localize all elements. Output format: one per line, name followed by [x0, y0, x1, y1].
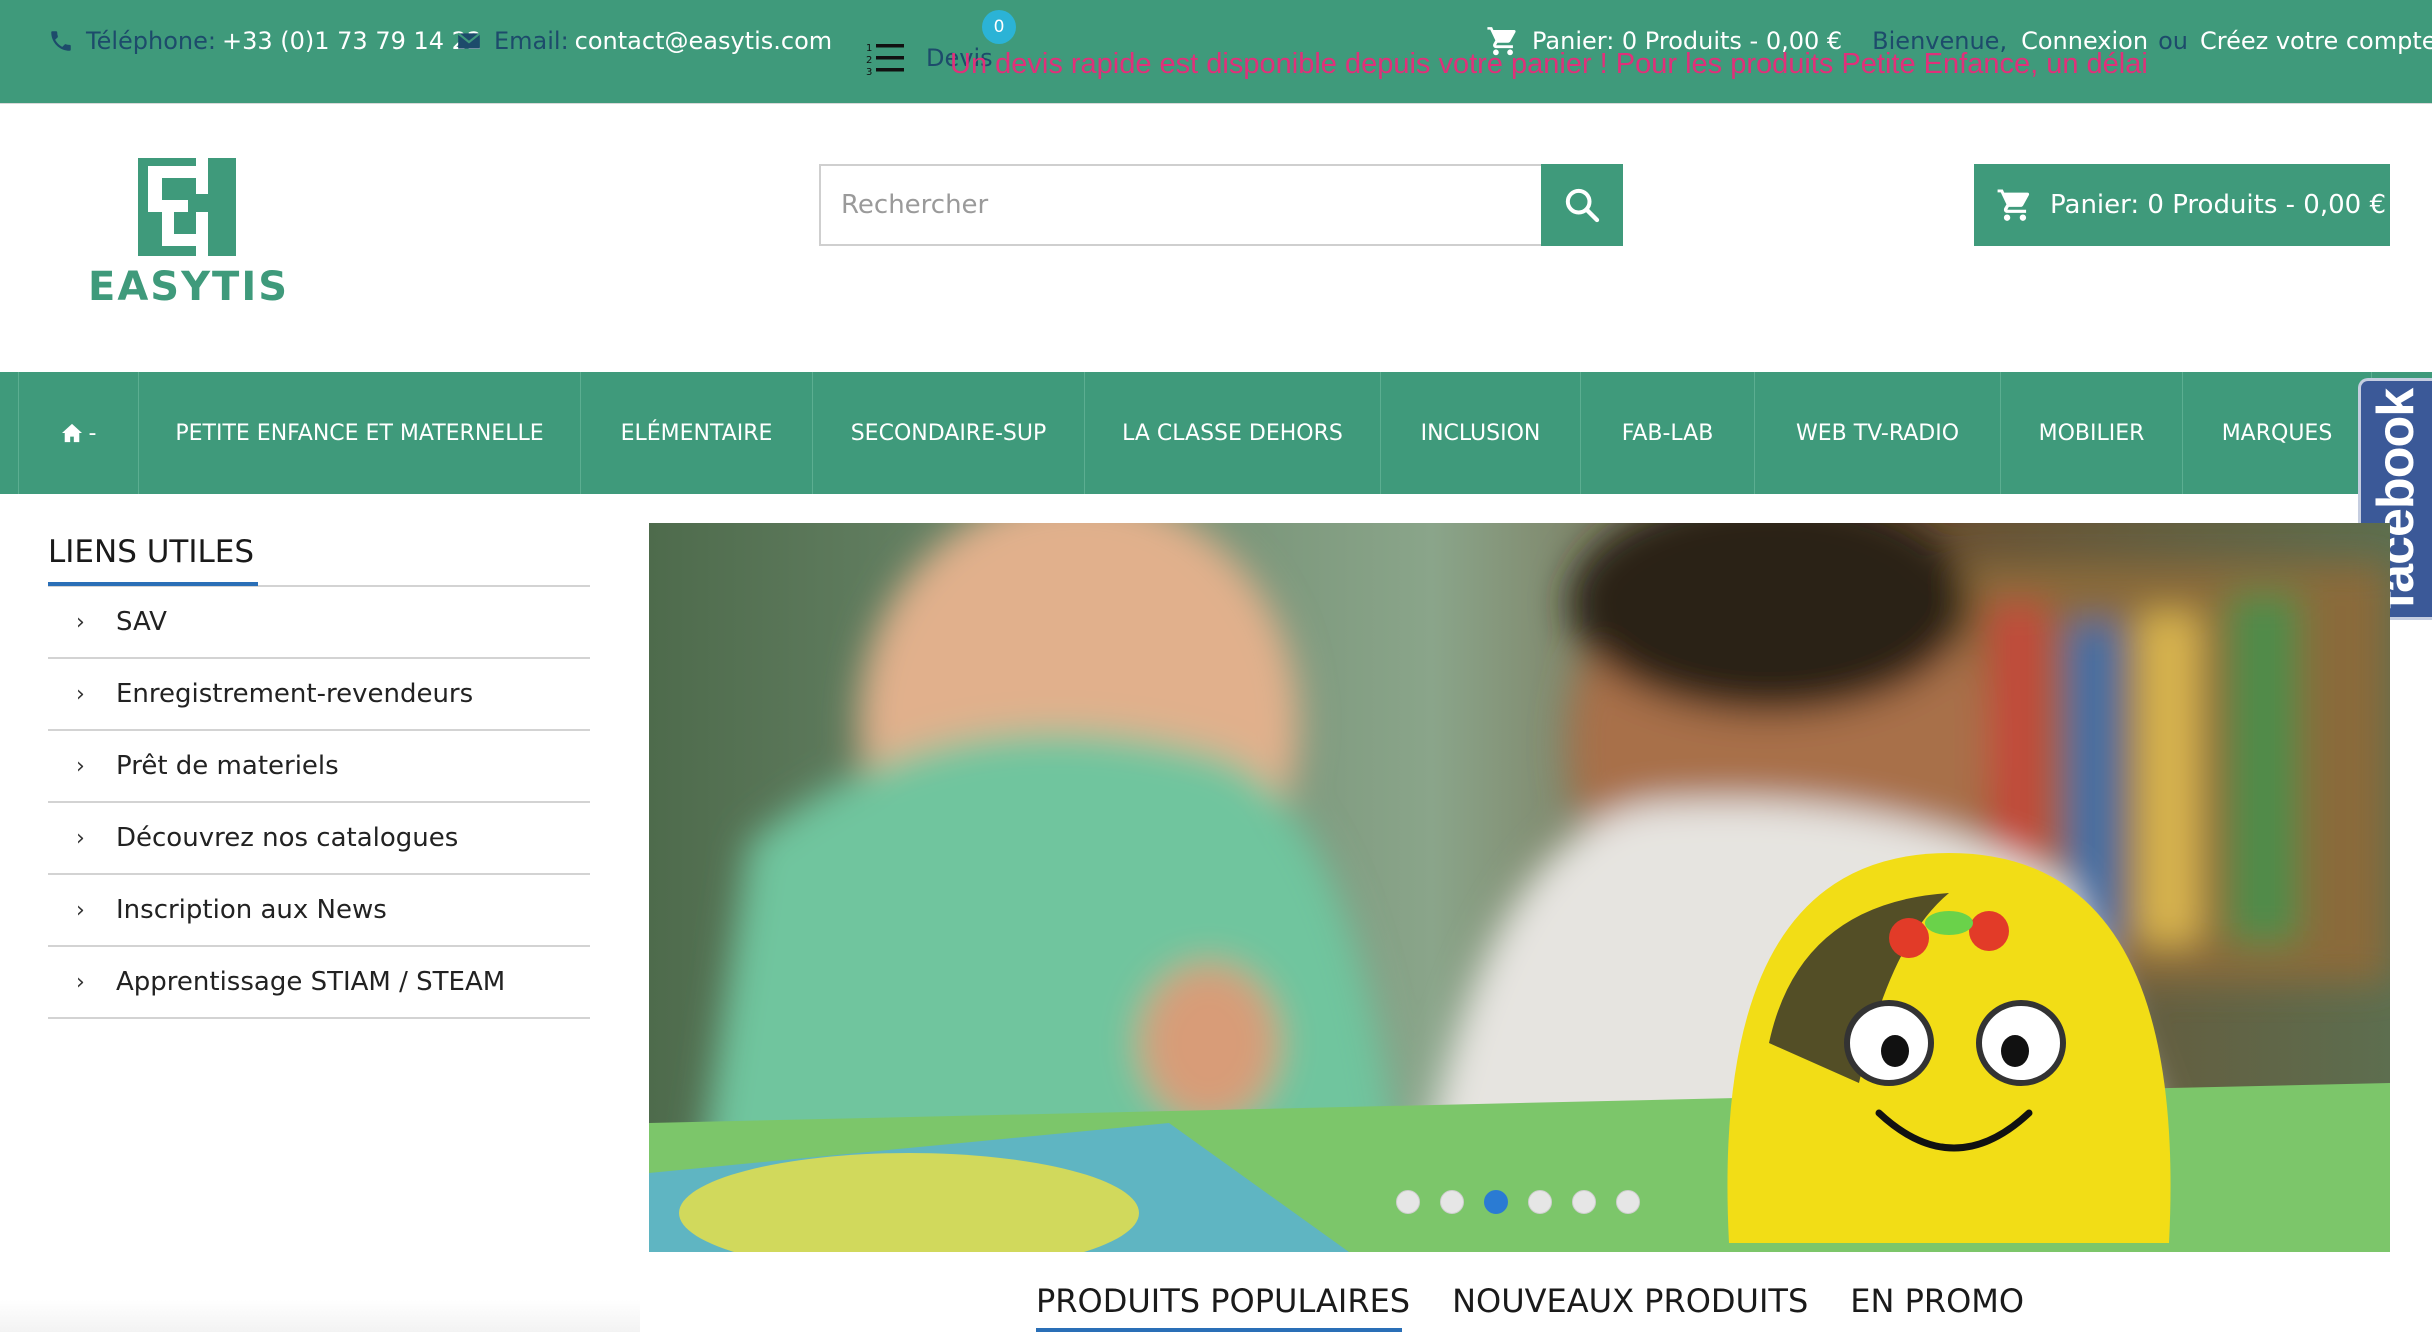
logo-text: EASYTIS [88, 264, 290, 310]
phone-label: Téléphone: [86, 27, 216, 55]
email-icon [457, 32, 481, 49]
search-bar [819, 164, 1623, 246]
search-button[interactable] [1541, 164, 1623, 246]
tab-popular-products[interactable]: PRODUITS POPULAIRES [1036, 1282, 1410, 1332]
sidebar-title: LIENS UTILES [48, 534, 255, 570]
phone-value[interactable]: +33 (0)1 73 79 14 22 [222, 27, 482, 55]
chevron-right-icon: › [76, 681, 85, 707]
search-icon [1565, 188, 1600, 223]
top-cart-text: Panier: 0 Produits - 0,00 € [1532, 27, 1843, 55]
top-cart-link[interactable]: Panier: 0 Produits - 0,00 € Bienvenue, C… [1486, 24, 2432, 58]
header-cart-button[interactable]: Panier: 0 Produits - 0,00 € [1974, 164, 2390, 246]
nav-item-elementaire[interactable]: ELÉMENTAIRE [580, 372, 812, 494]
nav-item-inclusion[interactable]: INCLUSION [1380, 372, 1580, 494]
sidebar-item-label: Inscription aux News [116, 895, 387, 925]
page-shade [0, 1300, 640, 1332]
welcome-label: Bienvenue, [1872, 27, 2008, 55]
svg-text:2: 2 [866, 55, 872, 66]
chevron-right-icon: › [76, 825, 85, 851]
phone-info: Téléphone: +33 (0)1 73 79 14 22 [48, 24, 482, 58]
sidebar-item-stiam[interactable]: › Apprentissage STIAM / STEAM [48, 947, 590, 1019]
slider-dot[interactable] [1616, 1190, 1640, 1214]
sidebar-item-label: SAV [116, 607, 167, 637]
slider-dot[interactable] [1440, 1190, 1464, 1214]
sidebar-item-label: Découvrez nos catalogues [116, 823, 459, 853]
svg-text:1: 1 [866, 43, 872, 54]
search-input[interactable] [821, 166, 1539, 244]
easytis-logo-mark [138, 158, 236, 256]
useful-links-list: › SAV › Enregistrement-revendeurs › Prêt de… [48, 587, 590, 1019]
home-icon [61, 423, 82, 443]
nav-item-classe-dehors[interactable]: LA CLASSE DEHORS [1084, 372, 1380, 494]
nav-item-web-tv-radio[interactable]: WEB TV-RADIO [1754, 372, 2000, 494]
sidebar-item-label: Prêt de materiels [116, 751, 339, 781]
cart-icon [1487, 26, 1516, 56]
main-nav: - PETITE ENFANCE ET MATERNELLE ELÉMENTAI… [0, 372, 2432, 494]
product-tabs: PRODUITS POPULAIRES NOUVEAUX PRODUITS EN… [1036, 1282, 2066, 1332]
sidebar-item-pret[interactable]: › Prêt de materiels [48, 731, 590, 803]
nav-home[interactable]: - [18, 372, 138, 494]
sidebar-item-sav[interactable]: › SAV [48, 587, 590, 659]
hero-image [649, 523, 2390, 1252]
devis-count-badge: 0 [982, 10, 1016, 44]
email-value[interactable]: contact@easytis.com [575, 27, 832, 55]
nav-home-suffix: - [88, 420, 97, 446]
nav-item-marques[interactable]: MARQUES [2182, 372, 2372, 494]
slider-dot-active[interactable] [1484, 1190, 1508, 1214]
nav-item-petite-enfance[interactable]: PETITE ENFANCE ET MATERNELLE [138, 372, 580, 494]
chevron-right-icon: › [76, 897, 85, 923]
register-link[interactable]: Créez votre compte [2200, 27, 2432, 55]
top-bar: Téléphone: +33 (0)1 73 79 14 22 Email: c… [0, 0, 2432, 104]
email-info: Email: contact@easytis.com [456, 24, 832, 58]
sidebar-item-catalogues[interactable]: › Découvrez nos catalogues [48, 803, 590, 875]
active-tab-underline [1036, 1328, 1402, 1332]
nav-item-fab-lab[interactable]: FAB-LAB [1580, 372, 1754, 494]
slider-dot[interactable] [1572, 1190, 1596, 1214]
phone-icon [51, 31, 71, 51]
list-icon: 1 2 3 [866, 43, 904, 76]
tab-promo[interactable]: EN PROMO [1850, 1282, 2024, 1332]
slider-dot[interactable] [1528, 1190, 1552, 1214]
sidebar-item-label: Enregistrement-revendeurs [116, 679, 474, 709]
login-link[interactable]: Connexion [2021, 27, 2148, 55]
chevron-right-icon: › [76, 753, 85, 779]
svg-text:3: 3 [866, 67, 872, 76]
tab-new-products[interactable]: NOUVEAUX PRODUITS [1452, 1282, 1808, 1332]
nav-item-secondaire-sup[interactable]: SECONDAIRE-SUP [812, 372, 1084, 494]
cart-icon [1997, 189, 2030, 221]
slider-dot[interactable] [1396, 1190, 1420, 1214]
sidebar-item-enregistrement[interactable]: › Enregistrement-revendeurs [48, 659, 590, 731]
slider-dots [1396, 1190, 1660, 1214]
nav-item-mobilier[interactable]: MOBILIER [2000, 372, 2182, 494]
chevron-right-icon: › [76, 969, 85, 995]
devis-count: 0 [993, 17, 1005, 37]
chevron-right-icon: › [76, 609, 85, 635]
email-label: Email: [494, 27, 569, 55]
sidebar-title-underline [48, 582, 258, 586]
hero-slider[interactable] [649, 523, 2390, 1252]
or-label: ou [2158, 27, 2188, 55]
sidebar-item-label: Apprentissage STIAM / STEAM [116, 967, 506, 997]
sidebar-item-news[interactable]: › Inscription aux News [48, 875, 590, 947]
header-cart-text: Panier: 0 Produits - 0,00 € [2050, 190, 2387, 220]
